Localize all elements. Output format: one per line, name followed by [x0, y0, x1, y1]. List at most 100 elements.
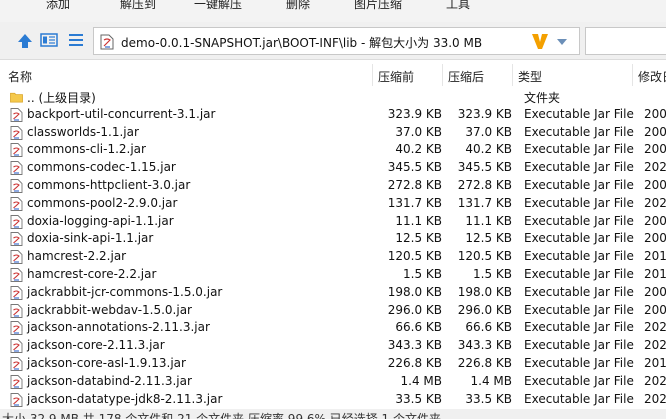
column-divider[interactable] — [372, 64, 373, 86]
table-row[interactable]: hamcrest-core-2.2.jar 1.5 KB 1.5 KB Executa… — [0, 266, 666, 284]
file-name: .. (上级目录) — [27, 91, 96, 105]
table-row[interactable]: doxia-sink-api-1.1.jar 12.5 KB 12.5 KB Exec… — [0, 230, 666, 248]
file-name: jackrabbit-jcr-commons-1.5.0.jar — [27, 284, 223, 299]
file-type: Executable Jar File — [524, 106, 634, 121]
search-input[interactable] — [585, 27, 666, 55]
modified-date: 202 — [644, 320, 666, 335]
table-row[interactable]: jackson-annotations-2.11.3.jar 66.6 KB 66.… — [0, 319, 666, 337]
modified-date: 200 — [644, 106, 666, 121]
chevron-down-icon[interactable] — [556, 38, 568, 46]
file-type: Executable Jar File — [524, 177, 634, 192]
modified-date: 202 — [644, 391, 666, 406]
size-before: 345.5 KB — [387, 160, 442, 175]
size-after: 296.0 KB — [457, 302, 512, 317]
modified-date: 200 — [644, 231, 666, 246]
column-original[interactable]: 压缩后 — [448, 68, 484, 85]
file-type: Executable Jar File — [524, 284, 634, 299]
size-before: 11.1 KB — [395, 213, 442, 228]
size-after: 66.6 KB — [465, 320, 512, 335]
table-row[interactable]: jackson-datatype-jdk8-2.11.3.jar 33.5 KB 3… — [0, 391, 666, 409]
column-type[interactable]: 类型 — [518, 68, 542, 85]
table-row[interactable]: commons-pool2-2.9.0.jar 131.7 KB 131.7 KB E… — [0, 195, 666, 213]
column-divider[interactable] — [512, 64, 513, 86]
toolbar-add-button[interactable]: 添加 — [46, 0, 70, 12]
file-name: hamcrest-2.2.jar — [27, 249, 127, 264]
size-after: 198.0 KB — [457, 284, 512, 299]
size-after: 131.7 KB — [457, 195, 512, 210]
file-name: jackson-datatype-jdk8-2.11.3.jar — [27, 391, 223, 406]
table-row[interactable]: hamcrest-2.2.jar 120.5 KB 120.5 KB Executab… — [0, 248, 666, 266]
jar-file-icon — [10, 321, 23, 336]
toolbar-extract-to-button[interactable]: 解压到 — [120, 0, 156, 12]
column-header: 名称 压缩前 压缩后 类型 修改日 — [0, 64, 666, 86]
table-row[interactable]: jackrabbit-webdav-1.5.0.jar 296.0 KB 296.0… — [0, 302, 666, 320]
table-row[interactable]: commons-httpclient-3.0.jar 272.8 KB 272.8 … — [0, 177, 666, 195]
file-name: jackson-annotations-2.11.3.jar — [27, 320, 210, 335]
toolbar-delete-button[interactable]: 删除 — [286, 0, 310, 12]
toolbar-one-click-extract-button[interactable]: 一键解压 — [194, 0, 242, 12]
jar-file-icon — [10, 107, 23, 122]
toolbar-tools-button[interactable]: 工具 — [446, 0, 470, 12]
file-name: jackson-core-asl-1.9.13.jar — [27, 355, 186, 370]
file-type: Executable Jar File — [524, 266, 634, 281]
jar-file-icon — [10, 339, 23, 354]
table-row[interactable]: backport-util-concurrent-3.1.jar 323.9 KB… — [0, 106, 666, 124]
size-after: 1.4 MB — [470, 373, 512, 388]
file-name: jackson-databind-2.11.3.jar — [27, 373, 192, 388]
jar-file-icon — [10, 392, 23, 407]
toolbar: 添加 解压到 一键解压 删除 图片压缩 工具 — [0, 0, 666, 22]
up-arrow-icon[interactable] — [16, 32, 34, 50]
table-row[interactable]: commons-cli-1.2.jar 40.2 KB 40.2 KB Executa… — [0, 141, 666, 159]
size-before: 226.8 KB — [387, 355, 442, 370]
column-compressed[interactable]: 压缩前 — [378, 68, 414, 85]
size-before: 323.9 KB — [387, 106, 442, 121]
jar-file-icon — [10, 268, 23, 282]
modified-date: 202 — [644, 338, 666, 353]
size-after: 226.8 KB — [457, 355, 512, 370]
table-row[interactable]: doxia-logging-api-1.1.jar 11.1 KB 11.1 KB E… — [0, 213, 666, 231]
file-name: doxia-logging-api-1.1.jar — [27, 213, 174, 228]
modified-date: 201 — [644, 355, 666, 370]
size-before: 66.6 KB — [395, 320, 442, 335]
size-before: 131.7 KB — [387, 195, 442, 210]
jar-file-icon — [10, 303, 23, 318]
size-before: 343.3 KB — [387, 338, 442, 353]
column-divider[interactable] — [632, 64, 633, 86]
column-divider[interactable] — [442, 64, 443, 86]
file-type: Executable Jar File — [524, 320, 634, 335]
table-row[interactable]: jackson-core-2.11.3.jar 343.3 KB 343.3 KB E… — [0, 337, 666, 355]
jar-file-icon — [10, 143, 23, 158]
modified-date: 201 — [644, 266, 666, 281]
modified-date: 200 — [644, 177, 666, 192]
jar-file-icon — [10, 196, 23, 211]
column-modified[interactable]: 修改日 — [638, 68, 666, 85]
file-type: 文件夹 — [524, 91, 561, 105]
v-logo-icon[interactable] — [530, 31, 550, 51]
table-row[interactable]: commons-codec-1.15.jar 345.5 KB 345.5 KB Ex… — [0, 159, 666, 177]
modified-date: 201 — [644, 249, 666, 264]
view-toggle-icon[interactable] — [40, 33, 58, 47]
table-row[interactable]: jackson-databind-2.11.3.jar 1.4 MB 1.4 MB E… — [0, 373, 666, 391]
parent-folder-row[interactable]: .. (上级目录) 文件夹 — [0, 88, 666, 106]
size-before: 120.5 KB — [387, 249, 442, 264]
address-bar[interactable]: demo-0.0.1-SNAPSHOT.jar\BOOT-INF\lib - 解… — [93, 27, 580, 55]
size-before: 272.8 KB — [387, 177, 442, 192]
size-after: 323.9 KB — [457, 106, 512, 121]
modified-date: 200 — [644, 302, 666, 317]
file-type: Executable Jar File — [524, 302, 634, 317]
column-name[interactable]: 名称 — [8, 68, 32, 85]
jar-file-icon — [10, 357, 23, 371]
modified-date: 200 — [644, 284, 666, 299]
toolbar-image-compress-button[interactable]: 图片压缩 — [354, 0, 402, 12]
table-row[interactable]: jackrabbit-jcr-commons-1.5.0.jar 198.0 KB… — [0, 284, 666, 302]
file-type: Executable Jar File — [524, 373, 634, 388]
file-type: Executable Jar File — [524, 231, 634, 246]
menu-lines-icon[interactable] — [68, 33, 84, 47]
jar-file-icon — [10, 285, 23, 300]
table-row[interactable]: jackson-core-asl-1.9.13.jar 226.8 KB 226.8… — [0, 355, 666, 373]
jar-file-icon — [10, 179, 23, 193]
table-row[interactable]: classworlds-1.1.jar 37.0 KB 37.0 KB Executa… — [0, 124, 666, 142]
jar-file-icon — [10, 250, 23, 265]
file-name: commons-pool2-2.9.0.jar — [27, 195, 178, 210]
file-type: Executable Jar File — [524, 355, 634, 370]
